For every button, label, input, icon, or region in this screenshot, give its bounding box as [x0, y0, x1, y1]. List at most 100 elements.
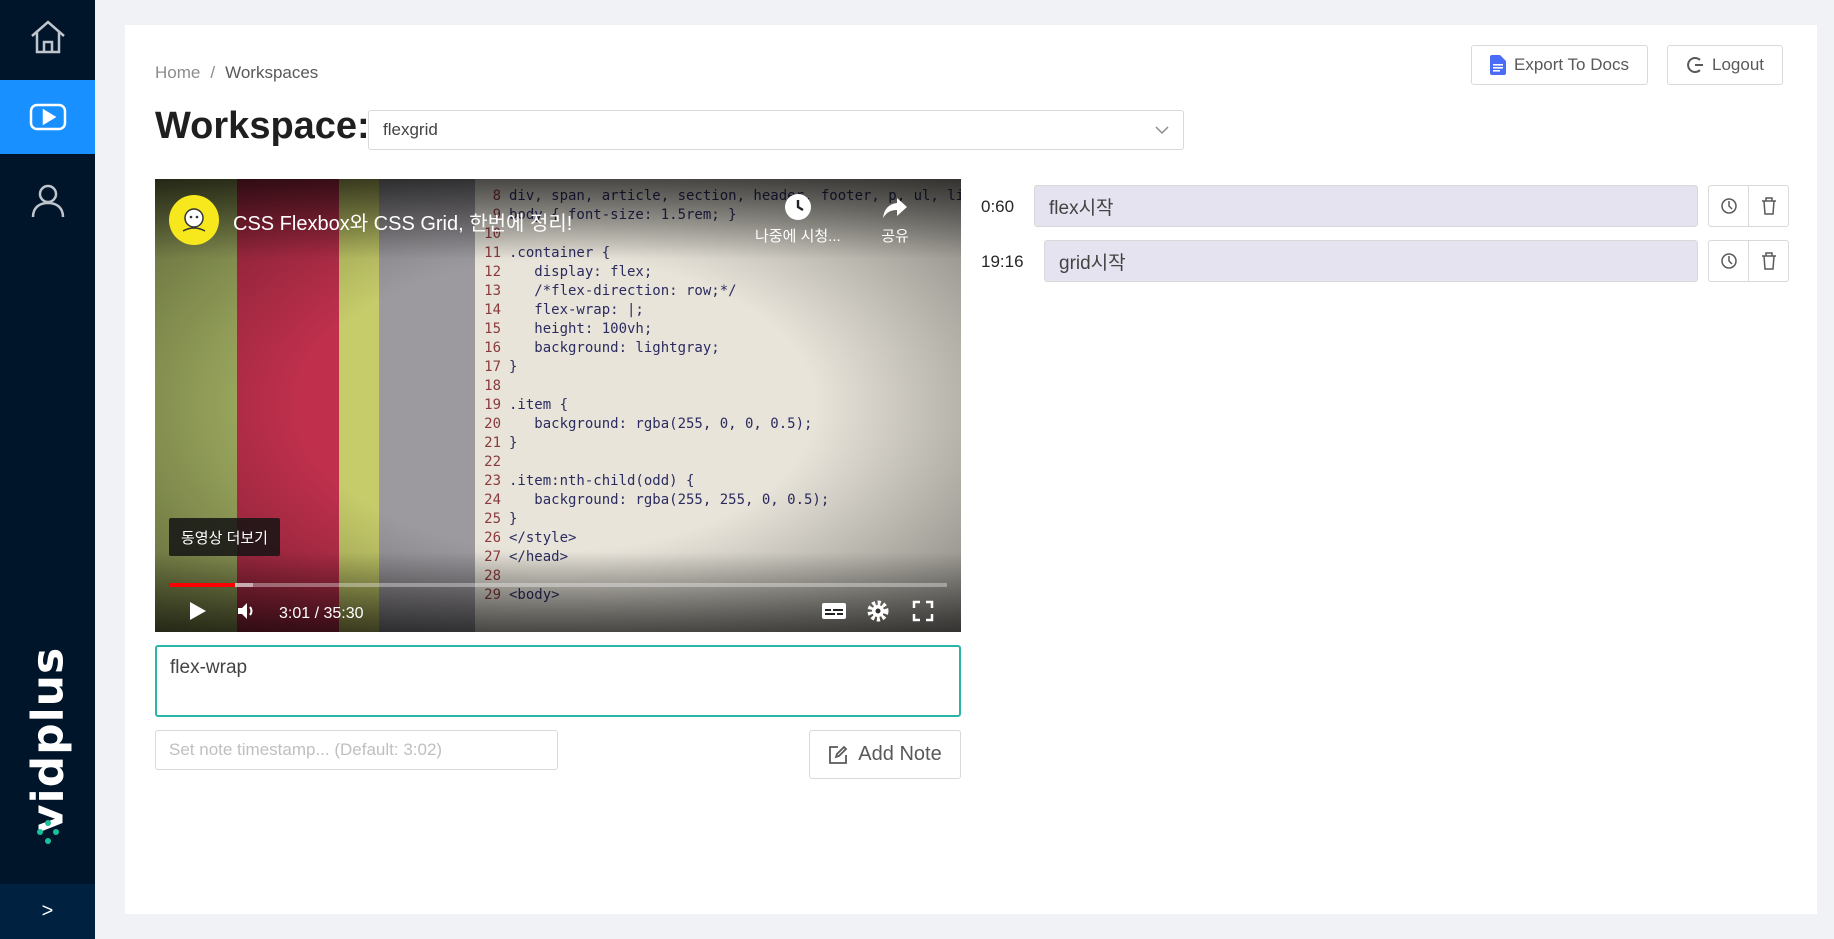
video-code-line: 24 background: rgba(255, 255, 0, 0.5);: [475, 491, 961, 510]
video-progress-bar[interactable]: [169, 583, 947, 587]
video-code-line: 12 display: flex;: [475, 263, 961, 282]
sidebar-item-profile[interactable]: [0, 163, 95, 237]
breadcrumb-home[interactable]: Home: [155, 63, 200, 82]
video-code-line-text: background: rgba(255, 255, 0, 0.5);: [509, 492, 830, 508]
breadcrumb: Home / Workspaces: [155, 63, 318, 83]
video-code-line: 23 .item:nth-child(odd) {: [475, 472, 961, 491]
video-code-line-number: 22: [484, 454, 501, 470]
video-time-display: 3:01 / 35:30: [279, 605, 364, 622]
video-code-line: 21}: [475, 434, 961, 453]
note-text-input[interactable]: [155, 645, 961, 717]
video-code-line: 25}: [475, 510, 961, 529]
video-code-line-text: }: [509, 359, 518, 375]
fullscreen-icon: [912, 600, 934, 622]
video-title[interactable]: CSS Flexbox와 CSS Grid, 한번에 정리!: [233, 207, 572, 236]
sidebar-collapse-button[interactable]: >: [0, 884, 95, 939]
video-code-line: 20 background: rgba(255, 0, 0, 0.5);: [475, 415, 961, 434]
trash-icon: [1761, 252, 1776, 270]
sidebar-item-videos[interactable]: [0, 80, 95, 154]
watch-later-label: 나중에 시청...: [755, 228, 841, 245]
video-code-line-text: /*flex-direction: row;*/: [509, 283, 737, 299]
video-code-line: 18: [475, 377, 961, 396]
video-code-line-number: 26: [484, 530, 501, 546]
channel-logo-icon: [182, 208, 206, 232]
note-timestamp-input[interactable]: [155, 730, 558, 770]
seek-icon: [1720, 198, 1737, 214]
video-code-line-text: background: rgba(255, 0, 0, 0.5);: [509, 416, 813, 432]
video-code-line: 13 /*flex-direction: row;*/: [475, 282, 961, 301]
video-code-line-number: 19: [484, 397, 501, 413]
export-to-docs-button[interactable]: Export To Docs: [1471, 45, 1648, 85]
share-label: 공유: [881, 228, 909, 245]
video-code-line-number: 21: [484, 435, 501, 451]
video-code-line-number: 23: [484, 473, 501, 489]
trash-icon: [1761, 197, 1776, 215]
seek-icon: [1720, 253, 1737, 269]
video-code-line-number: 17: [484, 359, 501, 375]
page-title: Workspace:: [155, 105, 370, 147]
video-code-line-text: background: lightgray;: [509, 340, 720, 356]
logout-button[interactable]: Logout: [1667, 45, 1783, 85]
video-code-line-text: height: 100vh;: [509, 321, 653, 337]
watch-later-button[interactable]: 나중에 시청...: [755, 193, 841, 246]
video-code-line: 17}: [475, 358, 961, 377]
video-code-line-text: .item:nth-child(odd) {: [509, 473, 695, 489]
video-code-line: 15 height: 100vh;: [475, 320, 961, 339]
video-code-line: 26 </style>: [475, 529, 961, 548]
workspace-select[interactable]: flexgrid: [368, 110, 1184, 150]
video-code-line-number: 14: [484, 302, 501, 318]
user-icon: [31, 184, 64, 218]
note-text-field[interactable]: flex시작: [1034, 185, 1698, 227]
video-code-line-text: flex-wrap: |;: [509, 302, 644, 318]
clock-icon: [784, 194, 811, 220]
video-code-line-number: 12: [484, 264, 501, 280]
video-code-line-text: .item {: [509, 397, 569, 413]
note-delete-button[interactable]: [1748, 185, 1789, 227]
video-code-line-number: 15: [484, 321, 501, 337]
video-code-line-text: }: [509, 511, 518, 527]
brand-logo: vidplus: [0, 647, 95, 850]
fullscreen-button[interactable]: [911, 599, 935, 623]
share-button[interactable]: 공유: [881, 193, 909, 246]
video-code-line: 22: [475, 453, 961, 472]
video-code-line-number: 25: [484, 511, 501, 527]
video-player[interactable]: 8div, span, article, section, header, fo…: [155, 179, 961, 632]
channel-avatar[interactable]: [169, 195, 219, 245]
video-code-line-text: display: flex;: [509, 264, 653, 280]
play-icon: [29, 103, 66, 131]
video-code-line-number: 20: [484, 416, 501, 432]
breadcrumb-current: Workspaces: [225, 63, 319, 82]
note-seek-button[interactable]: [1708, 240, 1749, 282]
logout-icon: [1687, 57, 1703, 73]
export-label: Export To Docs: [1514, 55, 1629, 74]
video-code-line-number: 16: [484, 340, 501, 356]
play-button[interactable]: [185, 599, 209, 623]
note-delete-button[interactable]: [1748, 240, 1789, 282]
play-icon: [190, 602, 206, 620]
note-seek-button[interactable]: [1708, 185, 1749, 227]
note-timestamp[interactable]: 0:60: [981, 197, 1014, 217]
sidebar: vidplus >: [0, 0, 95, 939]
note-text-field[interactable]: grid시작: [1044, 240, 1698, 282]
add-note-button[interactable]: Add Note: [809, 730, 961, 779]
video-code-line-number: 13: [484, 283, 501, 299]
volume-button[interactable]: [235, 599, 259, 623]
brand-name: vidplus: [22, 646, 74, 834]
logo-dots-icon: [37, 820, 59, 844]
video-code-line-text: </style>: [509, 530, 577, 546]
sidebar-item-home[interactable]: [0, 0, 95, 74]
add-note-label: Add Note: [858, 743, 942, 765]
settings-button[interactable]: [866, 599, 890, 623]
subtitles-button[interactable]: [821, 599, 847, 623]
note-item: 19:16 grid시작: [981, 240, 1793, 284]
more-videos-button[interactable]: 동영상 더보기: [169, 518, 280, 556]
note-item: 0:60 flex시작: [981, 185, 1793, 229]
video-code-line: 14 flex-wrap: |;: [475, 301, 961, 320]
note-timestamp[interactable]: 19:16: [981, 252, 1024, 272]
gear-icon: [867, 600, 889, 622]
edit-icon: [829, 745, 848, 764]
video-code-line: 16 background: lightgray;: [475, 339, 961, 358]
breadcrumb-separator: /: [210, 63, 216, 82]
home-icon: [30, 20, 65, 54]
main-content: Home / Workspaces Export To Docs Logout Wo…: [125, 25, 1817, 914]
